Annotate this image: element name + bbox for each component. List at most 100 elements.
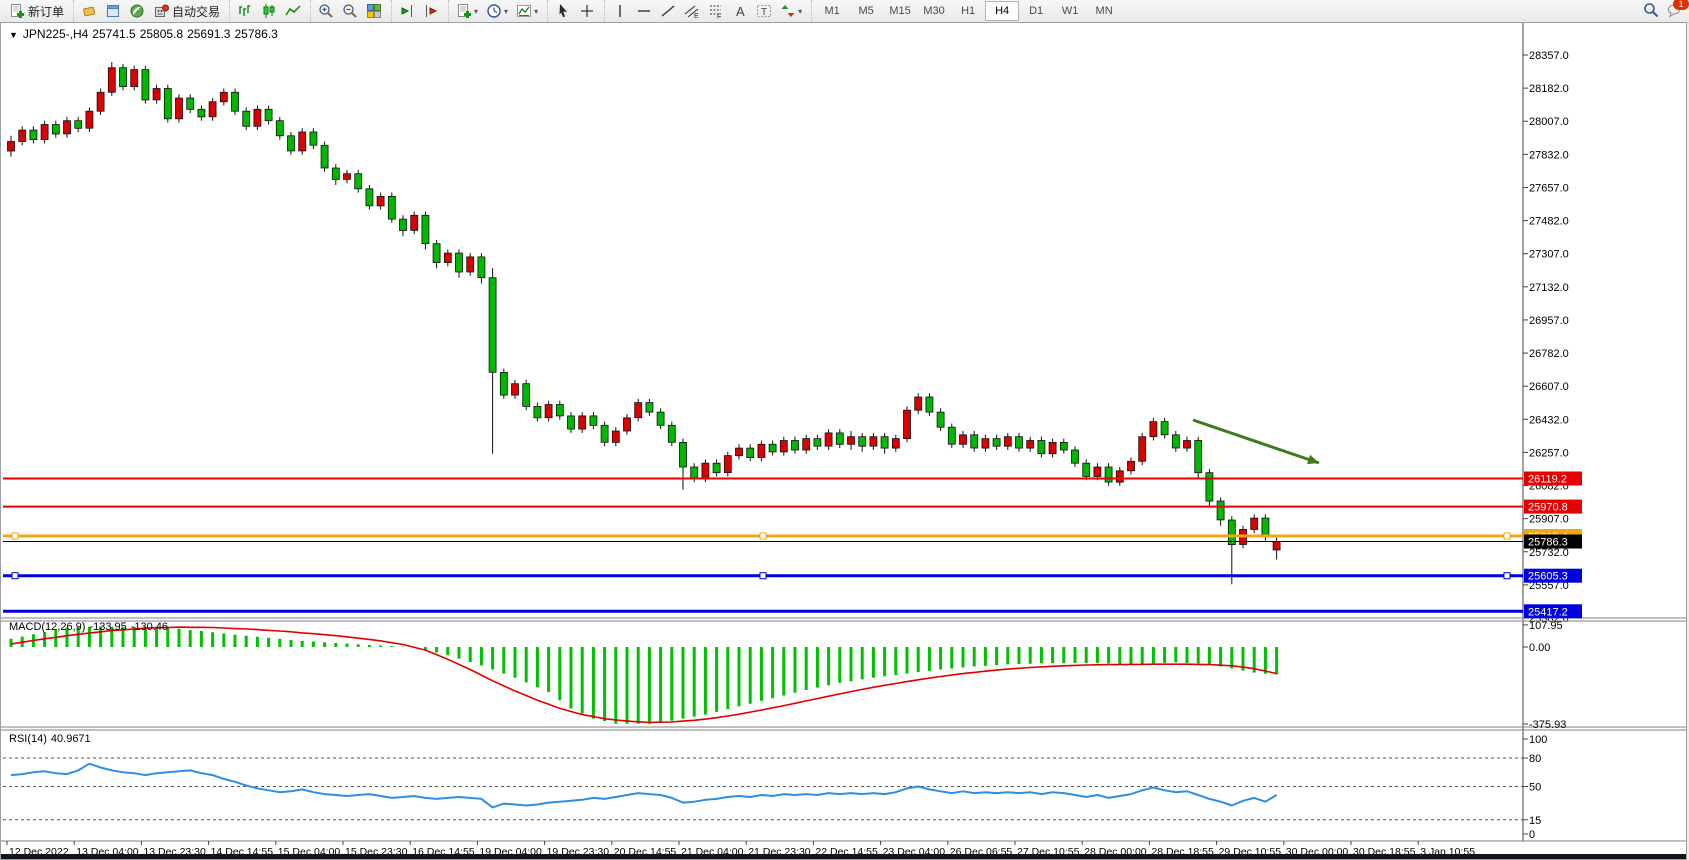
line-chart-icon bbox=[285, 3, 301, 19]
signals-button[interactable] bbox=[125, 0, 149, 22]
fibonacci-icon: F bbox=[708, 3, 724, 19]
svg-text:F: F bbox=[717, 14, 721, 20]
auto-scroll-button[interactable] bbox=[395, 0, 419, 22]
svg-text:27482.0: 27482.0 bbox=[1529, 216, 1569, 228]
terminal-icon bbox=[105, 3, 121, 19]
macd-name: MACD(12,26,9) bbox=[9, 621, 85, 633]
line-chart-button[interactable] bbox=[281, 0, 305, 22]
svg-text:26119.2: 26119.2 bbox=[1528, 474, 1567, 486]
equidistant-channel-button[interactable]: E bbox=[680, 0, 704, 22]
timeframe-m15[interactable]: M15 bbox=[883, 1, 917, 21]
svg-text:27832.0: 27832.0 bbox=[1529, 149, 1569, 161]
svg-text:15: 15 bbox=[1529, 815, 1541, 827]
timeframe-mn[interactable]: MN bbox=[1087, 1, 1121, 21]
svg-text:-375.93: -375.93 bbox=[1529, 719, 1566, 731]
mt4-application: 新订单 自动交易 ▾ ▾ ▾ E F A T ▾ M1M5M15M30H1H4D1W1MN 1 ▼ JP… bbox=[0, 0, 1689, 860]
text-icon: A bbox=[732, 3, 748, 19]
terminal-button[interactable] bbox=[101, 0, 125, 22]
toolbar-group: 新订单 bbox=[2, 0, 71, 22]
text-button[interactable]: A bbox=[728, 0, 752, 22]
search-icon[interactable] bbox=[1643, 2, 1659, 21]
chart-close-value: 25786.3 bbox=[234, 27, 277, 41]
candlestick-chart-icon bbox=[261, 3, 277, 19]
macd-indicator-label: MACD(12,26,9)-133.95-130.46 bbox=[9, 621, 172, 633]
vertical-line-icon bbox=[612, 3, 628, 19]
chart-window: ▼JPN225-,H425741.525805.825691.325786.3 … bbox=[0, 22, 1687, 860]
toolbar-group bbox=[547, 0, 602, 22]
chart-canvas[interactable]: 28357.028182.028007.027832.027657.027482… bbox=[1, 23, 1686, 859]
indicators-icon bbox=[516, 3, 532, 19]
equidistant-channel-icon: E bbox=[684, 3, 700, 19]
autotrading-icon bbox=[153, 3, 169, 19]
autotrading-button[interactable]: 自动交易 bbox=[149, 0, 224, 22]
crosshair-button[interactable] bbox=[575, 0, 599, 22]
timeframe-h1[interactable]: H1 bbox=[951, 1, 985, 21]
new-order-button-label: 新订单 bbox=[28, 3, 64, 20]
timeframe-w1[interactable]: W1 bbox=[1053, 1, 1087, 21]
text-label-button[interactable]: T bbox=[752, 0, 776, 22]
tile-windows-button[interactable] bbox=[362, 0, 386, 22]
notifications-icon[interactable]: 1 bbox=[1667, 2, 1683, 21]
svg-text:26257.0: 26257.0 bbox=[1529, 447, 1569, 459]
svg-text:26607.0: 26607.0 bbox=[1529, 381, 1569, 393]
svg-text:25970.8: 25970.8 bbox=[1528, 502, 1568, 514]
timeframe-m5[interactable]: M5 bbox=[849, 1, 883, 21]
metaeditor-button[interactable] bbox=[77, 0, 101, 22]
svg-text:50: 50 bbox=[1529, 782, 1541, 794]
svg-text:25907.0: 25907.0 bbox=[1529, 514, 1569, 526]
chart-open-value: 25741.5 bbox=[92, 27, 135, 41]
trendline-button[interactable] bbox=[656, 0, 680, 22]
timeframe-d1[interactable]: D1 bbox=[1019, 1, 1053, 21]
svg-text:25786.3: 25786.3 bbox=[1528, 537, 1568, 549]
svg-text:A: A bbox=[736, 4, 745, 19]
vertical-line-button[interactable] bbox=[608, 0, 632, 22]
text-label-icon: T bbox=[756, 3, 772, 19]
svg-text:27132.0: 27132.0 bbox=[1529, 282, 1569, 294]
svg-text:T: T bbox=[761, 7, 767, 18]
rsi-value: 40.9671 bbox=[51, 733, 91, 745]
svg-text:E: E bbox=[694, 13, 699, 19]
chart-title-bar: ▼JPN225-,H425741.525805.825691.325786.3 bbox=[9, 27, 282, 41]
new-chart-button[interactable]: ▾ bbox=[452, 0, 482, 22]
chevron-down-icon: ▾ bbox=[798, 7, 802, 16]
svg-text:25417.2: 25417.2 bbox=[1528, 606, 1568, 618]
chart-expand-icon[interactable]: ▼ bbox=[9, 30, 18, 40]
new-order-button[interactable]: 新订单 bbox=[5, 0, 68, 22]
periods-icon bbox=[486, 3, 502, 19]
toolbar-group: E F A T ▾ bbox=[604, 0, 809, 22]
toolbar-group bbox=[310, 0, 389, 22]
main-toolbar: 新订单 自动交易 ▾ ▾ ▾ E F A T ▾ M1M5M15M30H1H4D1W1MN 1 bbox=[0, 0, 1689, 23]
bar-chart-button[interactable] bbox=[233, 0, 257, 22]
fibonacci-button[interactable]: F bbox=[704, 0, 728, 22]
svg-text:25605.3: 25605.3 bbox=[1528, 571, 1568, 583]
timeframe-m30[interactable]: M30 bbox=[917, 1, 951, 21]
crosshair-icon bbox=[579, 3, 595, 19]
svg-text:26782.0: 26782.0 bbox=[1529, 348, 1569, 360]
chevron-down-icon: ▾ bbox=[534, 7, 538, 16]
arrows-icon bbox=[780, 3, 796, 19]
arrows-button[interactable]: ▾ bbox=[776, 0, 806, 22]
svg-text:0: 0 bbox=[1529, 829, 1535, 841]
macd-signal-value: -130.46 bbox=[131, 621, 168, 633]
timeframe-h4[interactable]: H4 bbox=[985, 1, 1019, 21]
signals-icon bbox=[129, 3, 145, 19]
zoom-in-button[interactable] bbox=[314, 0, 338, 22]
indicators-button[interactable]: ▾ bbox=[512, 0, 542, 22]
svg-text:28182.0: 28182.0 bbox=[1529, 83, 1569, 95]
zoom-out-button[interactable] bbox=[338, 0, 362, 22]
cursor-button[interactable] bbox=[551, 0, 575, 22]
horizontal-line-button[interactable] bbox=[632, 0, 656, 22]
svg-text:28007.0: 28007.0 bbox=[1529, 116, 1569, 128]
periods-button[interactable]: ▾ bbox=[482, 0, 512, 22]
tile-windows-icon bbox=[366, 3, 382, 19]
new-chart-icon bbox=[456, 3, 472, 19]
chart-low-value: 25691.3 bbox=[187, 27, 230, 41]
candlestick-chart-button[interactable] bbox=[257, 0, 281, 22]
chart-shift-button[interactable] bbox=[419, 0, 443, 22]
chevron-down-icon: ▾ bbox=[474, 7, 478, 16]
timeframe-m1[interactable]: M1 bbox=[815, 1, 849, 21]
rsi-indicator-label: RSI(14)40.9671 bbox=[9, 733, 95, 745]
chart-shift-icon bbox=[423, 3, 439, 19]
svg-text:26957.0: 26957.0 bbox=[1529, 315, 1569, 327]
chart-symbol-period: JPN225-,H4 bbox=[23, 27, 88, 41]
